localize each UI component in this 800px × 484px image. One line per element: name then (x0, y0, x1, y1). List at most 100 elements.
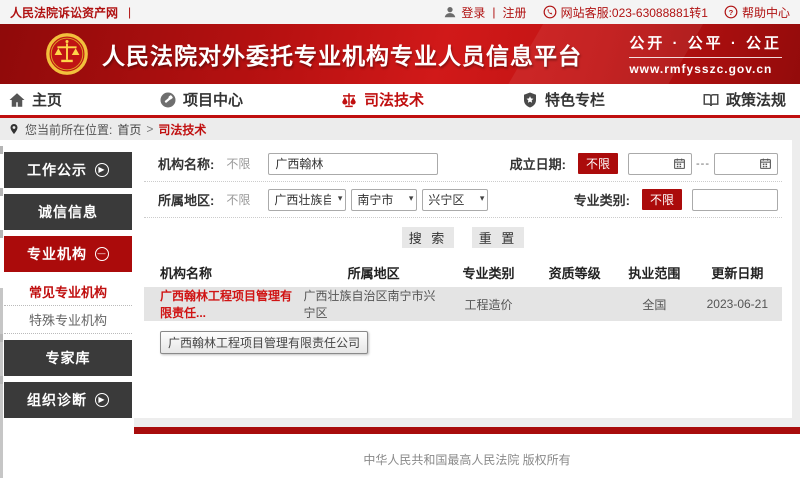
org-name-link[interactable]: 广西翰林工程项目管理有限责任... (160, 289, 292, 320)
phone-icon (543, 5, 557, 19)
nav-item-home[interactable]: 主页 (8, 89, 62, 110)
sidebar-org-diagnosis-label: 组织诊断 (27, 390, 87, 410)
sidebar-item-expert-library[interactable]: 专家库 (4, 340, 132, 376)
featured-badge-icon (521, 91, 539, 109)
calendar-icon[interactable] (759, 157, 772, 170)
date-range-separator: --- (696, 158, 710, 170)
help-center[interactable]: ? 帮助中心 (724, 4, 790, 21)
region-label: 所属地区: (158, 190, 214, 209)
sister-site-link[interactable]: 人民法院诉讼资产网 (10, 4, 118, 21)
location-pin-icon (8, 123, 20, 135)
register-link[interactable]: 注册 (503, 4, 527, 21)
date-end-input[interactable] (715, 155, 759, 173)
user-icon (443, 5, 457, 19)
search-button[interactable]: 搜 索 (402, 227, 454, 248)
category-label: 专业类别: (574, 190, 630, 209)
sidebar-integrity-info-label: 诚信信息 (38, 202, 98, 222)
sidebar-submenu: 常见专业机构 特殊专业机构 (4, 278, 132, 334)
topbar-divider: | (128, 5, 131, 19)
category-input[interactable] (692, 189, 778, 211)
reset-button[interactable]: 重 置 (472, 227, 524, 248)
sidebar-item-integrity-info[interactable]: 诚信信息 (4, 194, 132, 230)
header-region: 所属地区 (304, 257, 444, 287)
cell-scope: 全国 (616, 287, 693, 321)
date-start-wrapper (628, 153, 692, 175)
sidebar-item-work-publicity[interactable]: 工作公示 ▶ (4, 152, 132, 188)
cell-category: 工程造价 (444, 287, 533, 321)
category-unlimited-button[interactable]: 不限 (642, 189, 682, 210)
panel-bottom-gap (134, 418, 800, 427)
cell-updated: 2023-06-21 (693, 287, 782, 321)
date-start-input[interactable] (629, 155, 673, 173)
nav-item-policy[interactable]: 政策法规 (702, 89, 786, 110)
footer-divider-bar (134, 427, 800, 434)
header-category: 专业类别 (444, 257, 533, 287)
form-buttons: 搜 索 重 置 (144, 218, 782, 255)
org-name-unlimited-option[interactable]: 不限 (226, 155, 250, 172)
breadcrumb-prefix: 您当前所在位置: (25, 121, 112, 138)
sidebar-item-professional-orgs[interactable]: 专业机构 — (4, 236, 132, 272)
cell-region: 广西壮族自治区南宁市兴宁区 (304, 287, 444, 321)
service-hotline-text: 网站客服:023-63088881转1 (561, 4, 708, 21)
submenu-common-orgs-label: 常见专业机构 (29, 282, 107, 301)
site-url: www.rmfysszc.gov.cn (629, 62, 782, 76)
header-updated: 更新日期 (693, 257, 782, 287)
nav-policy-label: 政策法规 (726, 89, 786, 110)
org-name-input[interactable] (268, 153, 438, 175)
table-row: 广西翰林工程项目管理有限责任... 广西壮族自治区南宁市兴宁区 工程造价 全国 … (144, 287, 782, 321)
main-nav: 主页 项目中心 司法技术 特色专栏 政策法规 (0, 84, 800, 118)
home-icon (8, 91, 26, 109)
content-area: 工作公示 ▶ 诚信信息 专业机构 — 常见专业机构 特殊专业机构 专家库 组织诊… (0, 140, 800, 484)
province-select[interactable]: 广西壮族自治 (269, 190, 345, 210)
district-select[interactable]: 兴宁区 (423, 190, 487, 210)
form-row-name-date: 机构名称: 不限 成立日期: 不限 --- (144, 146, 782, 182)
submenu-item-special-orgs[interactable]: 特殊专业机构 (4, 306, 132, 334)
region-unlimited-option[interactable]: 不限 (226, 191, 250, 208)
page-title: 人民法院对外委托专业机构专业人员信息平台 (102, 37, 582, 71)
breadcrumb: 您当前所在位置: 首页 > 司法技术 (0, 118, 800, 140)
main-column: 机构名称: 不限 成立日期: 不限 --- (134, 140, 800, 484)
copyright-text: 中华人民共和国最高人民法院 版权所有 (363, 451, 570, 468)
breadcrumb-separator: > (146, 122, 153, 136)
breadcrumb-current[interactable]: 司法技术 (158, 121, 206, 138)
nav-featured-label: 特色专栏 (545, 89, 605, 110)
help-icon: ? (724, 5, 738, 19)
form-row-region-category: 所属地区: 不限 广西壮族自治 ▾ 南宁市 ▾ 兴宁区 ▾ (144, 182, 782, 218)
nav-home-label: 主页 (32, 89, 62, 110)
sidebar: 工作公示 ▶ 诚信信息 专业机构 — 常见专业机构 特殊专业机构 专家库 组织诊… (0, 140, 134, 484)
table-header-row: 机构名称 所属地区 专业类别 资质等级 执业范围 更新日期 (144, 257, 782, 287)
calendar-icon[interactable] (673, 157, 686, 170)
policy-book-icon (702, 91, 720, 109)
slogan-text: 公开 · 公平 · 公正 (629, 32, 782, 58)
org-name-label: 机构名称: (158, 154, 214, 173)
help-center-label: 帮助中心 (742, 4, 790, 21)
breadcrumb-home-link[interactable]: 首页 (117, 121, 141, 138)
nav-item-featured[interactable]: 特色专栏 (521, 89, 605, 110)
submenu-item-common-orgs[interactable]: 常见专业机构 (4, 278, 132, 306)
expand-icon: ▶ (95, 393, 109, 407)
login-register-group: 登录 | 注册 (443, 4, 526, 21)
city-select[interactable]: 南宁市 (352, 190, 416, 210)
login-link[interactable]: 登录 (461, 4, 485, 21)
footer: 中华人民共和国最高人民法院 版权所有 (134, 434, 800, 484)
sidebar-work-publicity-label: 工作公示 (27, 160, 87, 180)
city-select-wrapper: 南宁市 ▾ (351, 189, 417, 211)
sidebar-item-org-diagnosis[interactable]: 组织诊断 ▶ (4, 382, 132, 418)
top-utility-bar: 人民法院诉讼资产网 | 登录 | 注册 网站客服:023-63088881转1 … (0, 0, 800, 24)
founding-date-unlimited-button[interactable]: 不限 (578, 153, 618, 174)
cell-grade (533, 287, 616, 321)
header-grade: 资质等级 (533, 257, 616, 287)
service-hotline: 网站客服:023-63088881转1 (543, 4, 708, 21)
province-select-wrapper: 广西壮族自治 ▾ (268, 189, 346, 211)
nav-item-judicial-tech[interactable]: 司法技术 (340, 89, 424, 110)
header-scope: 执业范围 (616, 257, 693, 287)
district-select-wrapper: 兴宁区 ▾ (422, 189, 488, 211)
nav-project-center-label: 项目中心 (183, 89, 243, 110)
project-center-icon (159, 91, 177, 109)
founding-date-label: 成立日期: (510, 154, 566, 173)
results-table: 机构名称 所属地区 专业类别 资质等级 执业范围 更新日期 广西翰林工程项目管理… (144, 257, 782, 321)
nav-item-project-center[interactable]: 项目中心 (159, 89, 243, 110)
court-emblem-logo (44, 31, 90, 77)
nav-judicial-tech-label: 司法技术 (364, 89, 424, 110)
sidebar-expert-library-label: 专家库 (46, 348, 91, 368)
